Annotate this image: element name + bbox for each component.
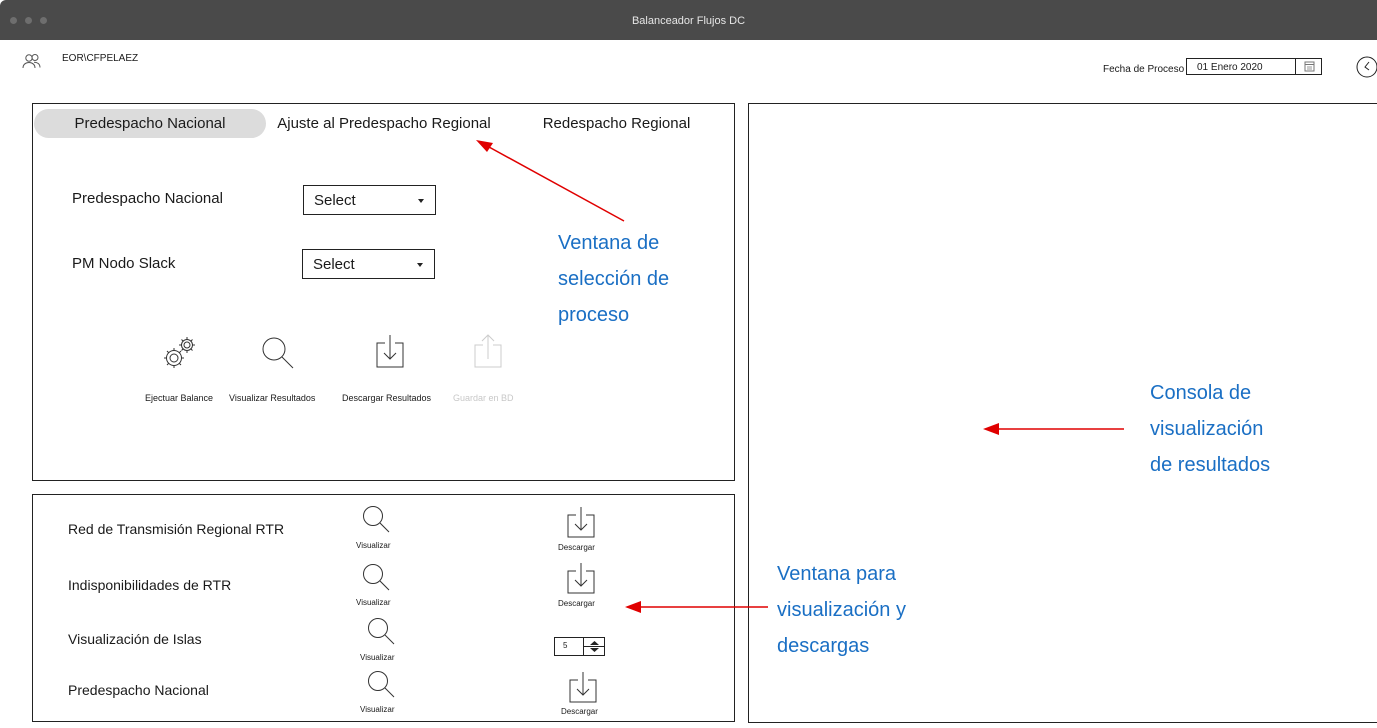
annotation-line: selección de [558, 268, 670, 290]
ejecutar-balance-label: Ejectuar Balance [145, 393, 214, 403]
visualizar-label: Visualizar [360, 705, 395, 714]
tab-ajuste-predespacho-regional[interactable]: Ajuste al Predespacho Regional [268, 109, 500, 138]
annotation-line: visualización [1150, 418, 1264, 440]
chevron-down-icon [417, 263, 423, 267]
history-clock-icon[interactable] [1355, 55, 1377, 84]
annotation-results-console: Consola de visualización de resultados [1150, 375, 1270, 483]
descargar-label: Descargar [561, 707, 598, 716]
visualizar-label: Visualizar [356, 598, 391, 607]
download-icon[interactable] [566, 561, 596, 600]
annotation-line: Consola de [1150, 382, 1252, 404]
magnifier-icon[interactable] [367, 670, 395, 703]
pm-nodo-slack-select[interactable]: Select [302, 249, 435, 279]
window-title: Balanceador Flujos DC [631, 15, 746, 27]
predespacho-nacional-select[interactable]: Select [303, 185, 436, 215]
magnifier-icon[interactable] [261, 336, 295, 375]
row-label-islas: Visualización de Islas [68, 631, 202, 647]
chevron-down-icon [418, 199, 424, 203]
predespacho-nacional-label: Predespacho Nacional [72, 190, 223, 207]
download-icon[interactable] [568, 670, 598, 709]
download-icon[interactable] [375, 333, 405, 374]
stepper-value: 5 [563, 641, 568, 650]
row-label-indisponibilidades: Indisponibilidades de RTR [68, 577, 232, 593]
annotation-line: Ventana de [558, 232, 660, 254]
pm-nodo-slack-label: PM Nodo Slack [72, 255, 176, 272]
current-user: EOR\CFPELAEZ [62, 53, 139, 64]
calendar-icon [1296, 61, 1322, 79]
tab-predespacho-nacional[interactable]: Predespacho Nacional [34, 109, 266, 138]
annotation-line: descargas [777, 635, 870, 657]
select-value: Select [314, 192, 356, 209]
row-label-predespacho: Predespacho Nacional [68, 682, 209, 698]
calendar-button[interactable] [1296, 58, 1322, 75]
select-value: Select [313, 256, 355, 273]
visualizar-label: Visualizar [356, 541, 391, 550]
descargar-label: Descargar [558, 599, 595, 608]
magnifier-icon[interactable] [362, 505, 390, 538]
process-date-field[interactable]: 01 Enero 2020 [1186, 58, 1296, 75]
guardar-en-bd-label: Guardar en BD [453, 393, 514, 403]
annotation-process-window: Ventana de selección de proceso [558, 225, 669, 333]
annotation-line: visualización y [777, 599, 906, 621]
magnifier-icon[interactable] [362, 563, 390, 596]
annotation-downloads-window: Ventana para visualización y descargas [777, 556, 906, 664]
magnifier-icon[interactable] [367, 617, 395, 650]
download-icon[interactable] [566, 505, 596, 544]
islands-stepper[interactable]: 5 [554, 637, 605, 656]
row-label-rtr: Red de Transmisión Regional RTR [68, 521, 285, 537]
visualizar-label: Visualizar [360, 653, 395, 662]
users-icon [22, 53, 42, 74]
annotation-line: proceso [558, 304, 630, 326]
date-label: Fecha de Proceso [1103, 64, 1185, 75]
gears-icon[interactable] [160, 335, 200, 378]
tab-redespacho-regional[interactable]: Redespacho Regional [525, 109, 708, 138]
stepper-buttons[interactable] [583, 638, 605, 655]
window-titlebar: Balanceador Flujos DC [0, 0, 1377, 40]
upload-icon [473, 333, 503, 374]
visualizar-resultados-label: Visualizar Resultados [229, 393, 316, 403]
annotation-line: Ventana para [777, 563, 896, 585]
annotation-line: de resultados [1150, 454, 1271, 476]
descargar-label: Descargar [558, 543, 595, 552]
descargar-resultados-label: Descargar Resultados [342, 393, 432, 403]
